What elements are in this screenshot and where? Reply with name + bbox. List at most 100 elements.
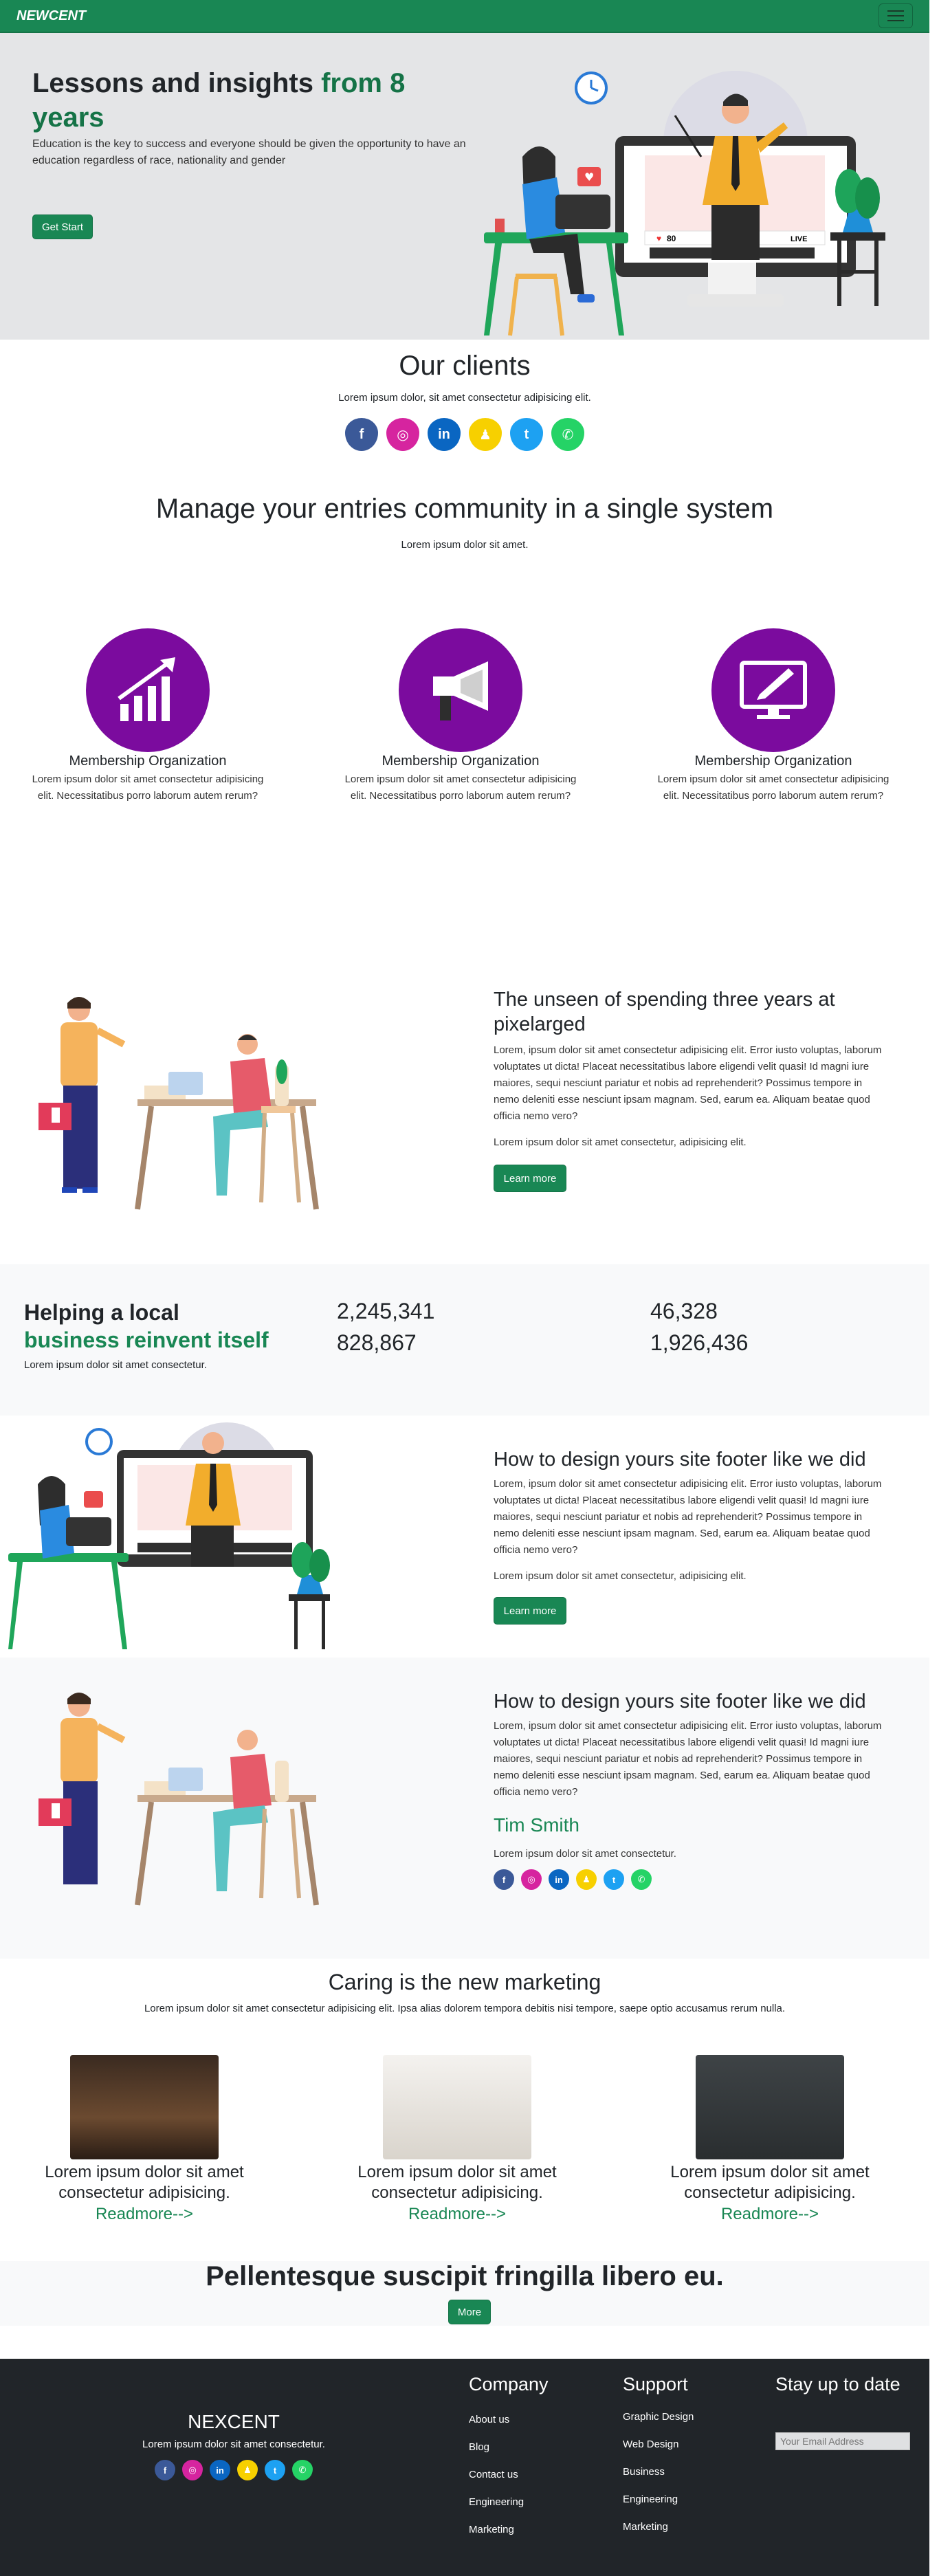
facebook-icon[interactable]: f bbox=[345, 418, 378, 451]
snapchat-icon[interactable]: ♟ bbox=[576, 1869, 597, 1890]
feature-card: Membership Organization Lorem ipsum dolo… bbox=[656, 628, 890, 804]
more-button[interactable]: More bbox=[448, 2300, 491, 2324]
twitter-icon[interactable]: t bbox=[265, 2460, 285, 2480]
blog-card-title: Lorem ipsum dolor sit amet consectetur a… bbox=[45, 2163, 244, 2202]
support-heading: Support bbox=[623, 2374, 688, 2395]
stats-title: Helping a local business reinvent itself bbox=[24, 1300, 269, 1352]
support-link[interactable]: Engineering bbox=[623, 2486, 694, 2513]
blog-card: Lorem ipsum dolor sit amet consectetur a… bbox=[626, 2055, 914, 2224]
linkedin-icon[interactable]: in bbox=[549, 1869, 569, 1890]
instagram-icon[interactable]: ◎ bbox=[182, 2460, 203, 2480]
get-start-button[interactable]: Get Start bbox=[32, 214, 93, 239]
stat-number: 828,867 bbox=[337, 1330, 417, 1355]
unseen-title: The unseen of spending three years at pi… bbox=[494, 989, 835, 1035]
testimonial-section: How to design yours site footer like we … bbox=[0, 1658, 929, 1959]
caring-title: Caring is the new marketing bbox=[328, 1970, 601, 1994]
stat-number: 1,926,436 bbox=[650, 1330, 749, 1355]
whatsapp-icon[interactable]: ✆ bbox=[551, 418, 584, 451]
clients-title: Our clients bbox=[399, 351, 531, 381]
blog-card-title: Lorem ipsum dolor sit amet consectetur a… bbox=[670, 2163, 870, 2202]
footer-social-links: f ◎ in ♟ t ✆ bbox=[62, 2460, 406, 2480]
twitter-icon[interactable]: t bbox=[604, 1869, 624, 1890]
client-logos: f ◎ in ♟ t ✆ bbox=[0, 418, 929, 451]
feature-title: Membership Organization bbox=[694, 753, 852, 769]
feature-text: Lorem ipsum dolor sit amet consectetur a… bbox=[32, 773, 264, 802]
unseen-text: Lorem, ipsum dolor sit amet consectetur … bbox=[494, 1044, 882, 1122]
email-input[interactable] bbox=[775, 2432, 910, 2450]
testimonial-text: Lorem, ipsum dolor sit amet consectetur … bbox=[494, 1720, 882, 1798]
navbar: NEWCENT bbox=[0, 0, 929, 33]
library-photo bbox=[70, 2055, 219, 2159]
features-text: Lorem ipsum dolor sit amet. bbox=[401, 539, 529, 551]
cta-title: Pellentesque suscipit fringilla libero e… bbox=[206, 2261, 724, 2291]
testimonial-social-links: f ◎ in ♟ t ✆ bbox=[494, 1869, 652, 1890]
svg-text:♥: ♥ bbox=[584, 170, 594, 184]
company-link[interactable]: Marketing bbox=[469, 2516, 549, 2544]
whatsapp-icon[interactable]: ✆ bbox=[631, 1869, 652, 1890]
footer-text: Lorem ipsum dolor sit amet consectetur. bbox=[142, 2439, 325, 2450]
feature-text: Lorem ipsum dolor sit amet consectetur a… bbox=[344, 773, 577, 802]
company-link[interactable]: Contact us bbox=[469, 2461, 549, 2489]
support-link[interactable]: Web Design bbox=[623, 2431, 694, 2458]
learn-more-button[interactable]: Learn more bbox=[494, 1597, 566, 1625]
blog-card: Lorem ipsum dolor sit amet consectetur a… bbox=[0, 2055, 289, 2224]
hero-illustration: ♥ 80 LIVE ♥ bbox=[484, 71, 885, 336]
twitter-icon[interactable]: t bbox=[510, 418, 543, 451]
snapchat-icon[interactable]: ♟ bbox=[237, 2460, 258, 2480]
unseen-text-2: Lorem ipsum dolor sit amet consectetur, … bbox=[494, 1136, 747, 1148]
whatsapp-icon[interactable]: ✆ bbox=[292, 2460, 313, 2480]
clients-text: Lorem ipsum dolor, sit amet consectetur … bbox=[338, 392, 591, 404]
caring-section: Caring is the new marketing Lorem ipsum … bbox=[0, 1959, 929, 2261]
caring-text: Lorem ipsum dolor sit amet consectetur a… bbox=[144, 2003, 786, 2014]
feature-text: Lorem ipsum dolor sit amet consectetur a… bbox=[657, 773, 890, 802]
feature-card: Membership Organization Lorem ipsum dolo… bbox=[344, 628, 577, 804]
svg-text:LIVE: LIVE bbox=[791, 235, 807, 243]
learn-more-button[interactable]: Learn more bbox=[494, 1165, 566, 1192]
facebook-icon[interactable]: f bbox=[155, 2460, 175, 2480]
feature-card: Membership Organization Lorem ipsum dolo… bbox=[31, 628, 265, 804]
snapchat-icon[interactable]: ♟ bbox=[469, 418, 502, 451]
footer: NEXCENT Lorem ipsum dolor sit amet conse… bbox=[0, 2359, 929, 2576]
footer-design-text-2: Lorem ipsum dolor sit amet consectetur, … bbox=[494, 1570, 747, 1582]
hero-text: Education is the key to success and ever… bbox=[32, 138, 466, 166]
megaphone-icon bbox=[399, 628, 522, 752]
hero-title: Lessons and insights from 8 years bbox=[32, 68, 406, 133]
clients-section: Our clients Lorem ipsum dolor, sit amet … bbox=[0, 340, 929, 477]
instagram-icon[interactable]: ◎ bbox=[386, 418, 419, 451]
unseen-section: The unseen of spending three years at pi… bbox=[0, 958, 929, 1264]
support-link[interactable]: Graphic Design bbox=[623, 2403, 694, 2431]
blog-card-title: Lorem ipsum dolor sit amet consectetur a… bbox=[357, 2163, 557, 2202]
feature-title: Membership Organization bbox=[382, 753, 540, 769]
support-link[interactable]: Marketing bbox=[623, 2513, 694, 2541]
company-heading: Company bbox=[469, 2374, 549, 2395]
readmore-link[interactable]: Readmore--> bbox=[626, 2205, 914, 2224]
brand-logo[interactable]: NEWCENT bbox=[16, 8, 86, 24]
company-link[interactable]: Engineering bbox=[469, 2489, 549, 2516]
feature-title: Membership Organization bbox=[69, 753, 227, 769]
linkedin-icon[interactable]: in bbox=[428, 418, 461, 451]
company-link[interactable]: About us bbox=[469, 2406, 549, 2434]
testimonial-name: Tim Smith bbox=[494, 1814, 579, 1836]
footer-design-title: How to design yours site footer like we … bbox=[494, 1449, 866, 1471]
support-link[interactable]: Business bbox=[623, 2458, 694, 2486]
newsletter: Stay up to date bbox=[775, 2374, 910, 2450]
cta-section: Pellentesque suscipit fringilla libero e… bbox=[0, 2261, 929, 2326]
facebook-icon[interactable]: f bbox=[494, 1869, 514, 1890]
footer-design-section: How to design yours site footer like we … bbox=[0, 1416, 929, 1658]
footer-brand: NEXCENT bbox=[188, 2411, 280, 2432]
readmore-link[interactable]: Readmore--> bbox=[0, 2205, 289, 2224]
menu-toggle-button[interactable] bbox=[879, 3, 913, 28]
office-illustration bbox=[38, 1693, 319, 1906]
footer-design-text: Lorem, ipsum dolor sit amet consectetur … bbox=[494, 1478, 882, 1556]
stat-number: 46,328 bbox=[650, 1299, 718, 1323]
company-link[interactable]: Blog bbox=[469, 2434, 549, 2461]
linkedin-icon[interactable]: in bbox=[210, 2460, 230, 2480]
laptop-desk-photo bbox=[383, 2055, 531, 2159]
monitor-pen-icon bbox=[711, 628, 835, 752]
stats-text: Lorem ipsum dolor sit amet consectetur. bbox=[24, 1359, 207, 1371]
readmore-link[interactable]: Readmore--> bbox=[313, 2205, 601, 2224]
hamburger-icon bbox=[887, 10, 904, 12]
instagram-icon[interactable]: ◎ bbox=[521, 1869, 542, 1890]
screen-heart-icon: ♥ bbox=[656, 234, 661, 243]
testimonial-role: Lorem ipsum dolor sit amet consectetur. bbox=[494, 1848, 676, 1860]
